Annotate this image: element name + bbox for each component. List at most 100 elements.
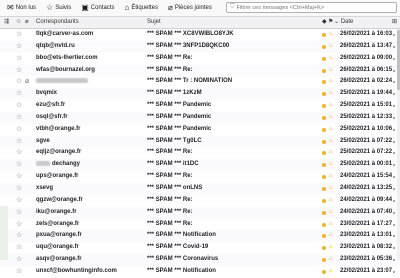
- message-row[interactable]: ☆ pxua@orange.fr *** SPAM *** Notification…: [0, 230, 400, 243]
- attachments-filter-button[interactable]: ⌀ Pièces jointes: [164, 1, 216, 15]
- star-toggle-icon[interactable]: ☆: [16, 171, 22, 183]
- message-row[interactable]: ☆ vtbh@orange.fr *** SPAM *** Pandemic ♨ 25/…: [0, 124, 400, 136]
- star-toggle-icon[interactable]: ☆: [16, 266, 22, 278]
- unread-dot-icon[interactable]: [322, 222, 326, 227]
- correspondent-cell: vtbh@orange.fr: [36, 124, 81, 136]
- star-toggle-icon[interactable]: ☆: [16, 88, 22, 100]
- correspondent-cell: xsevg: [36, 183, 53, 195]
- message-row[interactable]: ☆ ⌀ *** SPAM *** Tr : NOMINATION ♨ 26/02/202…: [0, 76, 400, 88]
- star-toggle-icon[interactable]: ☆: [16, 41, 22, 53]
- junk-flame-icon[interactable]: ♨: [328, 76, 333, 88]
- unread-dot-icon[interactable]: [322, 269, 326, 274]
- message-row[interactable]: ☆ eqljz@orange.fr *** SPAM *** Re: ♨ 25/02/2…: [0, 147, 400, 159]
- junk-flame-icon[interactable]: ♨: [328, 147, 333, 159]
- message-row[interactable]: ☆ ezu@sfr.fr *** SPAM *** Pandemic ♨ 25/02/2…: [0, 100, 400, 112]
- message-row[interactable]: ☆ zels@orange.fr *** SPAM *** Re: ♨ 23/02/20…: [0, 219, 400, 231]
- unread-dot-icon[interactable]: [322, 186, 326, 191]
- date-column-header[interactable]: ⌄ Date: [334, 17, 353, 28]
- message-row[interactable]: ☆ bbo@ets-lhertier.com *** SPAM *** Re: ♨ 26…: [0, 53, 400, 65]
- message-filter-input[interactable]: [234, 4, 387, 11]
- junk-column-icon[interactable]: ⚑: [328, 17, 333, 28]
- junk-flame-icon[interactable]: ♨: [328, 171, 333, 183]
- star-toggle-icon[interactable]: ☆: [16, 219, 22, 231]
- message-row[interactable]: ☆ qgzw@orange.fr *** SPAM *** Re: ♨ 24/02/20…: [0, 195, 400, 207]
- junk-flame-icon[interactable]: ♨: [328, 29, 333, 41]
- unread-dot-icon[interactable]: [322, 33, 326, 37]
- junk-flame-icon[interactable]: ♨: [328, 100, 333, 112]
- star-toggle-icon[interactable]: ☆: [16, 53, 22, 65]
- star-toggle-icon[interactable]: ☆: [16, 124, 22, 136]
- message-row[interactable]: ☆ unxcf@bowhuntinginfo.com *** SPAM *** No…: [0, 266, 400, 278]
- junk-flame-icon[interactable]: ♨: [328, 41, 333, 53]
- unread-dot-icon[interactable]: [322, 115, 326, 120]
- star-toggle-icon[interactable]: ☆: [16, 230, 22, 242]
- unread-dot-icon[interactable]: [322, 234, 326, 239]
- thread-column-icon[interactable]: ⇶: [4, 17, 9, 28]
- junk-flame-icon[interactable]: ♨: [328, 136, 333, 148]
- message-row[interactable]: ☆ dechangy *** SPAM *** it1DC ♨ 25/02/2021 à…: [0, 159, 400, 172]
- junk-flame-icon[interactable]: ♨: [328, 242, 333, 254]
- unread-dot-icon[interactable]: [322, 246, 326, 251]
- junk-flame-icon[interactable]: ♨: [328, 112, 333, 124]
- message-row[interactable]: ☆ sgve *** SPAM *** Tg0LC ♨ 25/02/2021 à 07:…: [0, 135, 400, 148]
- unread-filter-button[interactable]: ✉ Non lus: [3, 1, 40, 15]
- message-row[interactable]: ☆ wfas@bournazel.org *** SPAM *** Re: ♨ 26/0…: [0, 64, 400, 77]
- junk-flame-icon[interactable]: ♨: [328, 266, 333, 278]
- column-picker-icon[interactable]: ⊞: [392, 17, 397, 28]
- junk-flame-icon[interactable]: ♨: [328, 53, 333, 65]
- unread-dot-icon[interactable]: [322, 139, 326, 144]
- correspondent-column-header[interactable]: Correspondants: [36, 17, 79, 28]
- unread-dot-icon[interactable]: [322, 127, 326, 132]
- junk-flame-icon[interactable]: ♨: [328, 159, 333, 171]
- star-column-icon[interactable]: ☆: [16, 17, 21, 28]
- junk-flame-icon[interactable]: ♨: [328, 195, 333, 207]
- star-toggle-icon[interactable]: ☆: [16, 147, 22, 159]
- unread-dot-icon[interactable]: [322, 258, 326, 263]
- star-toggle-icon[interactable]: ☆: [16, 183, 22, 195]
- star-toggle-icon[interactable]: ☆: [16, 112, 22, 124]
- star-toggle-icon[interactable]: ☆: [16, 195, 22, 207]
- junk-flame-icon[interactable]: ♨: [328, 219, 333, 231]
- unread-dot-icon[interactable]: [322, 92, 326, 97]
- message-row[interactable]: ☆ xsevg *** SPAM *** onLNS ♨ 24/02/2021 à 13…: [0, 182, 400, 195]
- subject-column-header[interactable]: Sujet: [147, 17, 161, 28]
- unread-dot-icon[interactable]: [322, 80, 326, 85]
- star-toggle-icon[interactable]: ☆: [16, 29, 22, 41]
- unread-dot-icon[interactable]: [322, 175, 326, 180]
- unread-dot-icon[interactable]: [322, 163, 326, 168]
- message-row[interactable]: ☆ tlqk@carver-as.com *** SPAM *** XC8VWIBL…: [0, 29, 400, 41]
- junk-flame-icon[interactable]: ♨: [328, 124, 333, 136]
- message-row[interactable]: ☆ qtqb@nvld.ru *** SPAM *** 3NFP1D8QKC00 ♨ 2…: [0, 40, 400, 53]
- star-toggle-icon[interactable]: ☆: [16, 207, 22, 219]
- star-toggle-icon[interactable]: ☆: [16, 159, 22, 171]
- unread-dot-icon[interactable]: [322, 44, 326, 49]
- star-toggle-icon[interactable]: ☆: [16, 65, 22, 77]
- attachment-column-icon[interactable]: ⌀: [25, 17, 29, 28]
- star-toggle-icon[interactable]: ☆: [16, 100, 22, 112]
- message-row[interactable]: ☆ uqu@orange.fr *** SPAM *** Covid-19 ♨ 23/0…: [0, 242, 400, 254]
- unread-dot-icon[interactable]: [322, 56, 326, 61]
- tags-filter-button[interactable]: ⌂ Étiquettes: [120, 1, 162, 15]
- unread-dot-icon[interactable]: [322, 198, 326, 203]
- star-toggle-icon[interactable]: ☆: [16, 242, 22, 254]
- star-toggle-icon[interactable]: ☆: [16, 136, 22, 148]
- junk-flame-icon[interactable]: ♨: [328, 230, 333, 242]
- junk-flame-icon[interactable]: ♨: [328, 183, 333, 195]
- junk-flame-icon[interactable]: ♨: [328, 65, 333, 77]
- redacted-name: [36, 161, 50, 167]
- unread-dot-icon[interactable]: [322, 104, 326, 109]
- message-row[interactable]: ☆ iku@orange.fr *** SPAM *** Re: ♨ 24/02/202…: [0, 206, 400, 219]
- read-column-icon[interactable]: ◆: [322, 17, 327, 28]
- message-row[interactable]: ☆ osql@sfr.fr *** SPAM *** Pandemic ♨ 25/02/…: [0, 111, 400, 124]
- contacts-filter-button[interactable]: ▣ Contacts: [77, 1, 118, 15]
- junk-flame-icon[interactable]: ♨: [328, 88, 333, 100]
- star-toggle-icon[interactable]: ☆: [16, 76, 22, 88]
- message-row[interactable]: ☆ bvqmix *** SPAM *** 1zKzM ♨ 25/02/2021 à 1…: [0, 88, 400, 101]
- unread-dot-icon[interactable]: [322, 151, 326, 156]
- unread-dot-icon[interactable]: [322, 68, 326, 73]
- junk-flame-icon[interactable]: ♨: [328, 207, 333, 219]
- followed-filter-button[interactable]: ☆ Suivis: [42, 1, 75, 15]
- unread-dot-icon[interactable]: [322, 210, 326, 215]
- message-row[interactable]: ☆ ups@orange.fr *** SPAM *** Re: ♨ 24/02/202…: [0, 171, 400, 183]
- subject-cell: *** SPAM *** Covid-19: [147, 244, 209, 251]
